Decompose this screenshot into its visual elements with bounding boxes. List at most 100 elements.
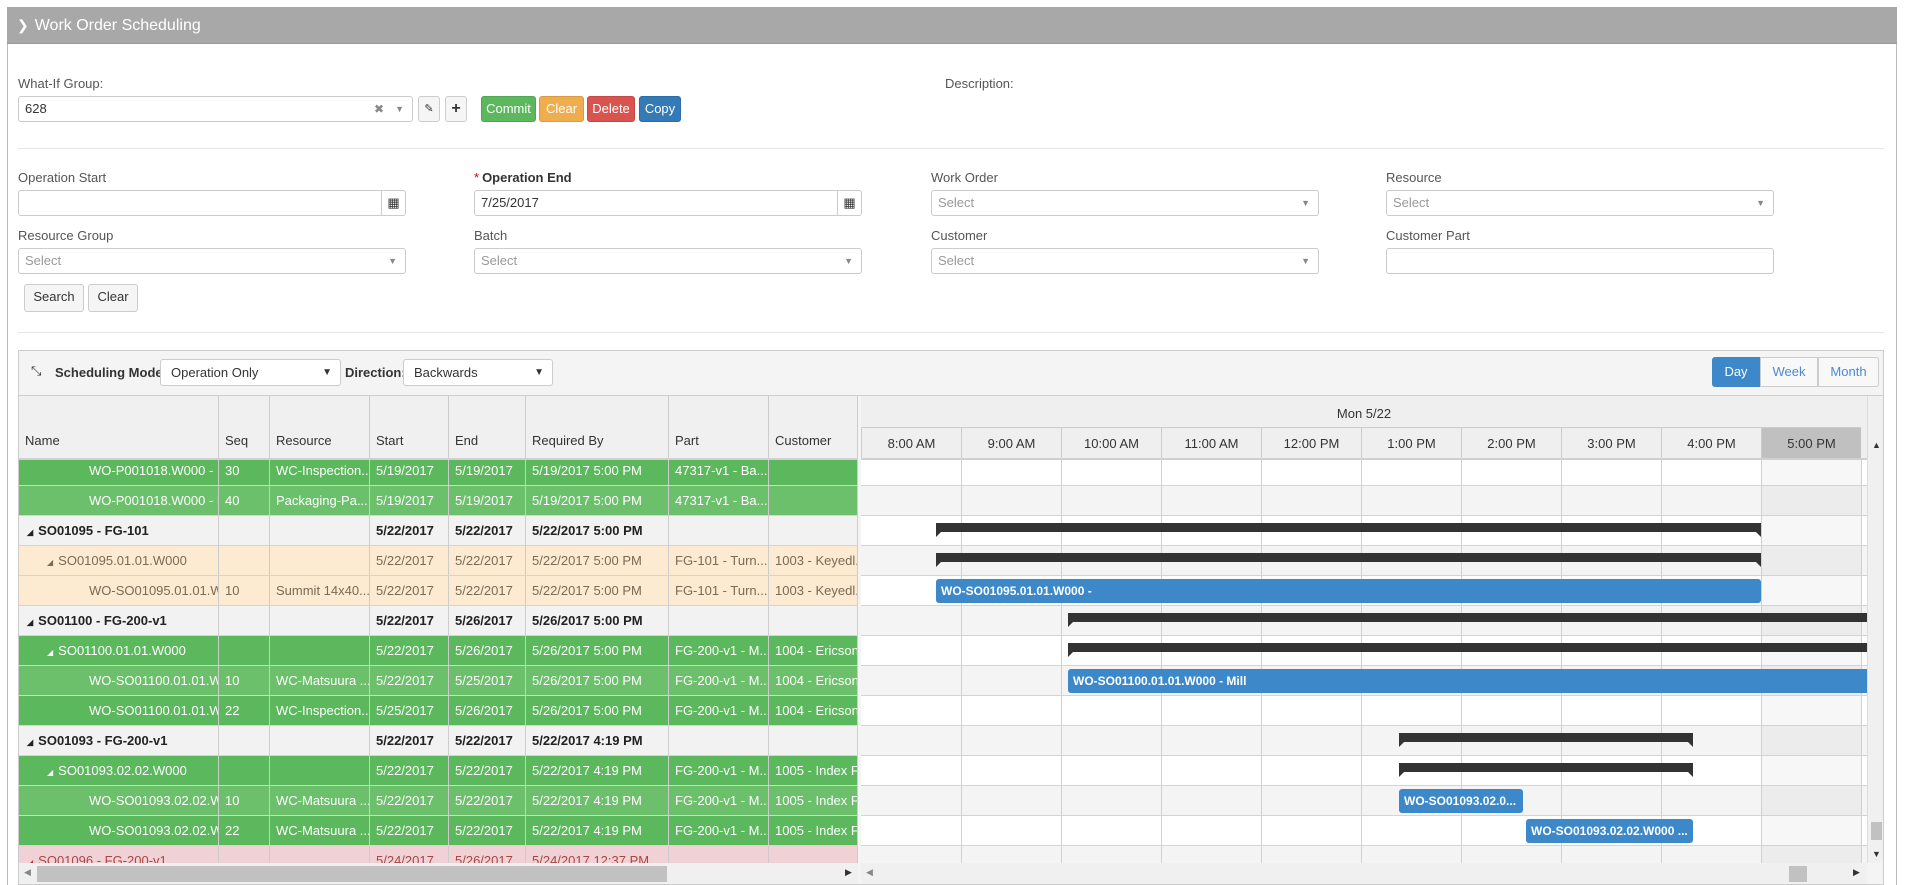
- table-row[interactable]: ◢ SO01096 - FG-200-v1 5/24/2017 5/26/2017 5/…: [19, 846, 858, 863]
- collapse-triangle-icon[interactable]: ◢: [27, 738, 33, 747]
- gantt-gridline: [1361, 756, 1362, 785]
- edit-group-button[interactable]: ✎: [418, 96, 440, 122]
- column-header-customer[interactable]: Customer: [769, 396, 858, 458]
- scrollbar-thumb[interactable]: [1789, 866, 1807, 882]
- column-header-start[interactable]: Start: [370, 396, 449, 458]
- cell-required-by: 5/19/2017 5:00 PM: [526, 486, 669, 515]
- table-row[interactable]: WO-SO01093.02.02.W0...22WC-Matsuura ...5…: [19, 816, 858, 846]
- collapse-triangle-icon[interactable]: ◢: [47, 768, 53, 777]
- table-row[interactable]: ◢ SO01100.01.01.W000 5/22/2017 5/26/2017 5/2…: [19, 636, 858, 666]
- cell-customer: [769, 726, 858, 755]
- work-order-placeholder: Select: [938, 195, 975, 210]
- delete-button[interactable]: Delete: [587, 96, 635, 122]
- scrollbar-thumb[interactable]: [1871, 822, 1882, 840]
- cell-end: 5/26/2017: [449, 606, 526, 635]
- add-group-button[interactable]: +: [445, 96, 467, 122]
- resource-group-select[interactable]: Select ▼: [18, 248, 406, 274]
- clear-x-icon[interactable]: ✖: [374, 97, 384, 121]
- scheduling-mode-select[interactable]: Operation Only ▼: [160, 359, 341, 386]
- gantt-task-bar[interactable]: WO-SO01093.02.02.W000 ...: [1526, 819, 1693, 843]
- clear-filters-button[interactable]: Clear: [88, 284, 138, 312]
- gantt-summary-bar[interactable]: [936, 523, 1761, 537]
- view-day-tab[interactable]: Day: [1712, 357, 1760, 387]
- whatif-group-select[interactable]: 628 ✖ ▼: [18, 96, 413, 122]
- table-row[interactable]: ◢ SO01093.02.02.W000 5/22/2017 5/22/2017 5/2…: [19, 756, 858, 786]
- gantt-vertical-scrollbar[interactable]: ▲ ▼: [1867, 396, 1883, 863]
- chevron-down-icon: ▼: [1301, 198, 1310, 208]
- calendar-icon[interactable]: ▦: [837, 191, 861, 215]
- operation-start-input[interactable]: ▦: [18, 190, 406, 216]
- nonworking-shade: [1761, 516, 1861, 545]
- column-header-resource[interactable]: Resource: [270, 396, 370, 458]
- cell-customer: [769, 486, 858, 515]
- customer-select[interactable]: Select ▼: [931, 248, 1319, 274]
- grid-horizontal-scrollbar[interactable]: ◀ ▶: [19, 863, 858, 884]
- table-row[interactable]: ◢ SO01093 - FG-200-v1 5/22/2017 5/22/2017 5/…: [19, 726, 858, 756]
- cell-seq: 22: [219, 696, 270, 725]
- gantt-gridline: [1661, 460, 1662, 485]
- operation-end-input[interactable]: 7/25/2017 ▦: [474, 190, 862, 216]
- table-row[interactable]: WO-SO01100.01.01.W0...22WC-Inspection...…: [19, 696, 858, 726]
- scroll-left-icon[interactable]: ◀: [24, 867, 31, 878]
- clear-group-button[interactable]: Clear: [539, 96, 584, 122]
- commit-button[interactable]: Commit: [481, 96, 536, 122]
- cell-seq: 30: [219, 460, 270, 485]
- gantt-hour-label: 5:00 PM: [1761, 427, 1861, 458]
- cell-end: 5/22/2017: [449, 546, 526, 575]
- gantt-summary-bar[interactable]: [1068, 643, 1867, 657]
- gantt-gridline: [1861, 846, 1862, 863]
- gantt-horizontal-scrollbar[interactable]: ◀ ▶: [861, 863, 1867, 884]
- table-row[interactable]: WO-P001018.W000 - P...40Packaging-Pa...5…: [19, 486, 858, 516]
- panel-header[interactable]: ❯ Work Order Scheduling: [7, 7, 1897, 44]
- scroll-left-icon[interactable]: ◀: [866, 867, 873, 878]
- gantt-task-bar[interactable]: WO-SO01100.01.01.W000 - Mill: [1068, 669, 1867, 693]
- collapse-triangle-icon[interactable]: ◢: [27, 618, 33, 627]
- expand-icon[interactable]: ⤡: [31, 363, 41, 379]
- scroll-down-icon[interactable]: ▼: [1872, 849, 1881, 859]
- column-header-end[interactable]: End: [449, 396, 526, 458]
- gantt-summary-bar[interactable]: [1068, 613, 1867, 627]
- table-row[interactable]: ◢ SO01095 - FG-101 5/22/2017 5/22/2017 5/22/…: [19, 516, 858, 546]
- view-week-tab[interactable]: Week: [1760, 357, 1818, 387]
- cell-name: WO-P001018.W000 - P...: [19, 486, 219, 515]
- cell-part: [669, 846, 769, 863]
- collapse-triangle-icon[interactable]: ◢: [27, 528, 33, 537]
- collapse-triangle-icon[interactable]: ◢: [47, 648, 53, 657]
- gantt-summary-bar[interactable]: [936, 553, 1761, 567]
- scroll-up-icon[interactable]: ▲: [1872, 440, 1881, 450]
- gantt-gridline: [1761, 546, 1762, 575]
- gantt-row: WO-SO01095.01.01.W000 -: [861, 576, 1867, 606]
- view-month-tab[interactable]: Month: [1818, 357, 1879, 387]
- resource-select[interactable]: Select ▼: [1386, 190, 1774, 216]
- gantt-summary-bar[interactable]: [1399, 733, 1693, 747]
- table-row[interactable]: WO-SO01093.02.02.W0...10WC-Matsuura ...5…: [19, 786, 858, 816]
- customer-part-input[interactable]: [1386, 248, 1774, 274]
- column-header-seq[interactable]: Seq: [219, 396, 270, 458]
- scroll-right-icon[interactable]: ▶: [845, 867, 852, 878]
- scheduling-mode-value: Operation Only: [171, 365, 259, 380]
- scroll-right-icon[interactable]: ▶: [1853, 867, 1860, 878]
- collapse-triangle-icon[interactable]: ◢: [47, 558, 53, 567]
- table-row[interactable]: ◢ SO01095.01.01.W000 5/22/2017 5/22/2017 5/2…: [19, 546, 858, 576]
- direction-select[interactable]: Backwards ▼: [403, 359, 553, 386]
- calendar-icon[interactable]: ▦: [381, 191, 405, 215]
- gantt-gridline: [1061, 606, 1062, 635]
- table-row[interactable]: WO-SO01100.01.01.W0...10WC-Matsuura ...5…: [19, 666, 858, 696]
- scrollbar-thumb[interactable]: [37, 866, 667, 882]
- column-header-name[interactable]: Name: [19, 396, 219, 458]
- cell-seq: 40: [219, 486, 270, 515]
- table-row[interactable]: ◢ SO01100 - FG-200-v1 5/22/2017 5/26/2017 5/…: [19, 606, 858, 636]
- search-button[interactable]: Search: [24, 284, 84, 312]
- column-header-required-by[interactable]: Required By: [526, 396, 669, 458]
- column-header-part[interactable]: Part: [669, 396, 769, 458]
- batch-select[interactable]: Select ▼: [474, 248, 862, 274]
- gantt-task-bar[interactable]: WO-SO01095.01.01.W000 -: [936, 579, 1761, 603]
- gantt-gridline: [1161, 696, 1162, 725]
- gantt-summary-bar[interactable]: [1399, 763, 1693, 777]
- cell-name: WO-P001018.W000 - In...: [19, 460, 219, 485]
- copy-button[interactable]: Copy: [639, 96, 681, 122]
- gantt-task-bar[interactable]: WO-SO01093.02.0...: [1399, 789, 1523, 813]
- table-row[interactable]: WO-SO01095.01.01.W0...10Summit 14x40...5…: [19, 576, 858, 606]
- table-row[interactable]: WO-P001018.W000 - In...30WC-Inspection..…: [19, 460, 858, 486]
- work-order-select[interactable]: Select ▼: [931, 190, 1319, 216]
